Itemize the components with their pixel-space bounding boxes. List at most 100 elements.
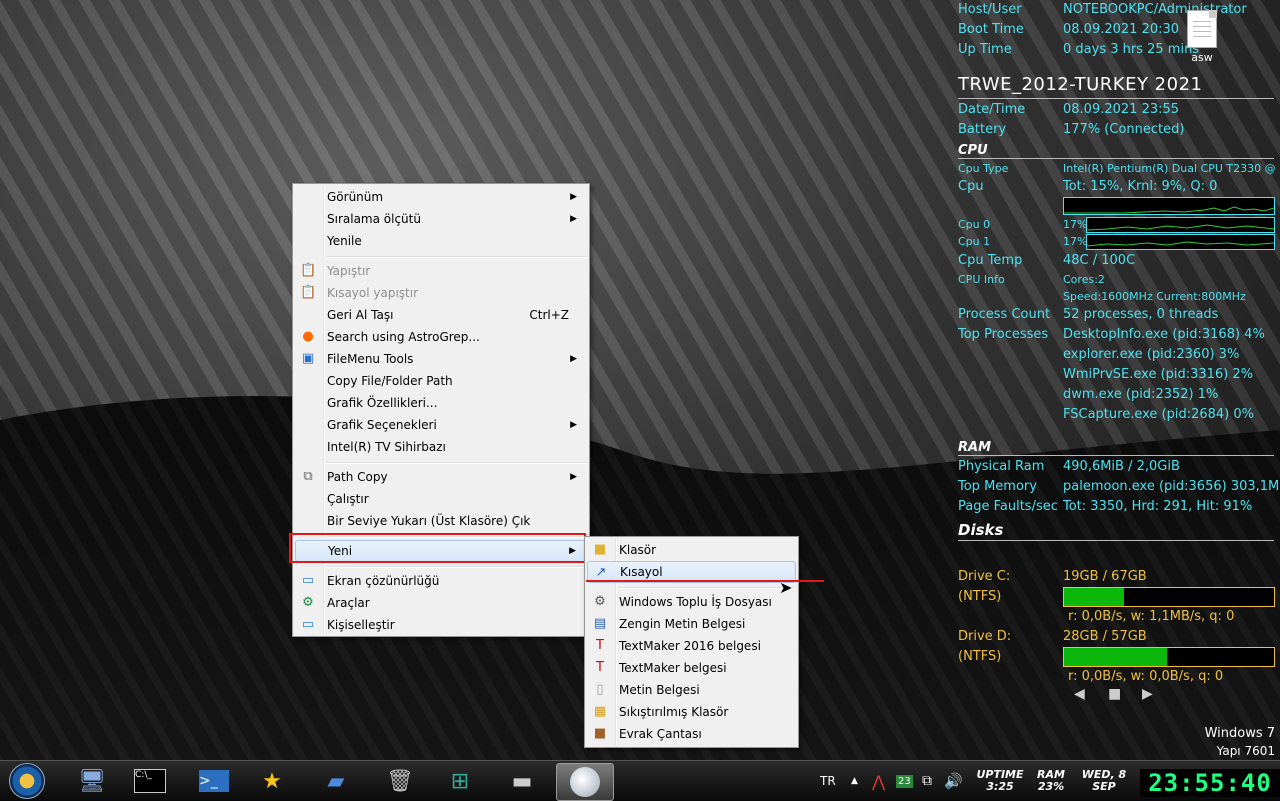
textmaker-icon: T [596, 660, 604, 675]
taskbar-notebook[interactable]: ▰ [308, 763, 364, 799]
paste-icon: 📋 [300, 263, 317, 278]
cpu-temp-label: Cpu Temp [958, 253, 1023, 268]
menu-item-label: FileMenu Tools [327, 352, 414, 366]
menu-item-paste[interactable]: 📋 Yapıştır [295, 260, 587, 282]
windows-build: Yapı 7601 [1216, 744, 1275, 758]
menu-item-astrogrep[interactable]: ● Search using AstroGrep... [295, 326, 587, 348]
cpu1-label: Cpu 1 [958, 235, 991, 248]
taskbar-powershell[interactable]: >_ [186, 763, 242, 799]
menu-item-run[interactable]: Çalıştır [295, 488, 587, 510]
menu-separator [325, 256, 587, 258]
menu-item-intel-tv-wizard[interactable]: Intel(R) TV Sihirbazı [295, 436, 587, 458]
start-button[interactable] [0, 763, 54, 799]
menu-item-label: Grafik Özellikleri... [327, 396, 438, 410]
submenu-item-textmaker-2016[interactable]: T TextMaker 2016 belgesi [587, 635, 796, 657]
cpu-type-value: Intel(R) Pentium(R) Dual CPU T2330 @ [1063, 162, 1276, 175]
mouse-cursor-icon: ➤ [779, 578, 793, 597]
stop-icon[interactable]: ■ [1108, 686, 1121, 702]
submenu-item-folder[interactable]: ■ Klasör [587, 539, 796, 561]
taskbar-cmd[interactable]: C:\_ [122, 763, 178, 799]
taskbar-drive[interactable]: ▬ [494, 763, 550, 799]
filemenu-tools-icon: ▣ [301, 351, 315, 366]
submenu-item-textmaker[interactable]: T TextMaker belgesi [587, 657, 796, 679]
taskbar-windows-apps[interactable]: ⊞ [432, 763, 488, 799]
astrogrep-icon: ● [302, 329, 314, 344]
boot-time-value: 08.09.2021 20:30 [1063, 22, 1180, 37]
date-line2: SEP [1092, 780, 1116, 793]
taskbar-computer[interactable]: 🖥 [64, 763, 120, 799]
cpu0-value: 17% [1063, 218, 1088, 231]
menu-item-tools[interactable]: ⚙ Araçlar [295, 592, 587, 614]
show-hidden-icons-icon[interactable]: ▲ [851, 761, 858, 801]
briefcase-icon: ■ [593, 726, 607, 741]
ram-header: RAM [958, 440, 992, 455]
divider [958, 455, 1274, 456]
menu-item-label: Search using AstroGrep... [327, 330, 480, 344]
tray-badge[interactable]: 23 [896, 761, 913, 801]
desktop-file-icon[interactable]: asw [1180, 10, 1224, 64]
submenu-item-label: Evrak Çantası [619, 727, 702, 741]
physical-ram-label: Physical Ram [958, 459, 1045, 474]
next-icon[interactable]: ▶ [1142, 686, 1153, 702]
volume-icon[interactable]: 🔊 [944, 761, 963, 801]
menu-item-view[interactable]: Görünüm ▶ [295, 186, 587, 208]
tray-app-icon[interactable]: ⋀ [872, 761, 885, 801]
previous-icon[interactable]: ◀ [1074, 686, 1085, 702]
drive-c-fs: (NTFS) [958, 589, 1002, 604]
submenu-item-compressed-folder[interactable]: ▦ Sıkıştırılmış Klasör [587, 701, 796, 723]
drive-c-label: Drive C: [958, 569, 1011, 584]
cpu0-label: Cpu 0 [958, 218, 991, 231]
desktop-file-label: asw [1191, 51, 1213, 64]
chevron-right-icon: ▶ [570, 214, 577, 224]
submenu-item-text-document[interactable]: ▯ Metin Belgesi [587, 679, 796, 701]
menu-item-graphics-properties[interactable]: Grafik Özellikleri... [295, 392, 587, 414]
tools-icon: ⚙ [302, 595, 314, 610]
menu-item-label: Yenile [327, 234, 362, 248]
menu-item-up-one-level[interactable]: Bir Seviye Yukarı (Üst Klasöre) Çık [295, 510, 587, 532]
submenu-item-batch-file[interactable]: ⚙ Windows Toplu İş Dosyası [587, 591, 796, 613]
menu-item-label: Copy File/Folder Path [327, 374, 453, 388]
chevron-right-icon: ▶ [570, 420, 577, 430]
notebook-icon: ▰ [327, 768, 345, 794]
top-process-item: explorer.exe (pid:2360) 3% [1063, 347, 1240, 362]
menu-item-paste-shortcut[interactable]: 📋 Kısayol yapıştır [295, 282, 587, 304]
new-submenu: ■ Klasör ↗ Kısayol ⚙ Windows Toplu İş Dosya… [584, 536, 799, 748]
date-display[interactable]: WED, 8 SEP [1078, 769, 1130, 793]
menu-item-copy-path[interactable]: Copy File/Folder Path [295, 370, 587, 392]
date-time-label: Date/Time [958, 102, 1026, 117]
menu-item-graphics-options[interactable]: Grafik Seçenekleri ▶ [295, 414, 587, 436]
menu-item-filemenu-tools[interactable]: ▣ FileMenu Tools ▶ [295, 348, 587, 370]
drive-c-value: 19GB / 67GB [1063, 569, 1147, 584]
divider [958, 540, 1274, 541]
date-time-value: 08.09.2021 23:55 [1063, 102, 1180, 117]
cpu-value: Tot: 15%, Krnl: 9%, Q: 0 [1063, 179, 1218, 194]
drive-d-label: Drive D: [958, 629, 1012, 644]
cpu-type-label: Cpu Type [958, 162, 1009, 175]
submenu-item-label: Metin Belgesi [619, 683, 700, 697]
cpu-header: CPU [958, 143, 988, 158]
cpu-speed-value: Speed:1600MHz Current:800MHz [1063, 290, 1246, 303]
network-icon[interactable]: ⧉ [922, 761, 932, 801]
monitor-icon: ▭ [301, 573, 315, 588]
top-process-item: WmiPrvSE.exe (pid:3316) 2% [1063, 367, 1254, 382]
menu-item-label: Ekran çözünürlüğü [327, 574, 440, 588]
battery-label: Battery [958, 122, 1007, 137]
menu-item-label: Çalıştır [327, 492, 369, 506]
menu-item-path-copy[interactable]: ⧉ Path Copy ▶ [295, 466, 587, 488]
folder-icon: ■ [593, 542, 607, 557]
menu-item-refresh[interactable]: Yenile [295, 230, 587, 252]
menu-item-undo-move[interactable]: Geri Al Taşı Ctrl+Z [295, 304, 587, 326]
menu-item-personalize[interactable]: ▭ Kişiselleştir [295, 614, 587, 636]
menu-item-sort-by[interactable]: Sıralama ölçütü ▶ [295, 208, 587, 230]
menu-item-label: Path Copy [327, 470, 388, 484]
submenu-item-rich-text[interactable]: ▤ Zengin Metin Belgesi [587, 613, 796, 635]
taskbar-recycle-bin[interactable]: 🗑 [372, 763, 428, 799]
taskbar-pale-moon[interactable] [556, 763, 614, 801]
language-indicator[interactable]: TR [820, 761, 836, 801]
submenu-item-briefcase[interactable]: ■ Evrak Çantası [587, 723, 796, 745]
menu-item-screen-resolution[interactable]: ▭ Ekran çözünürlüğü [295, 570, 587, 592]
submenu-item-label: Sıkıştırılmış Klasör [619, 705, 729, 719]
submenu-item-label: Windows Toplu İş Dosyası [619, 595, 772, 609]
digital-clock[interactable]: 23:55:40 [1140, 769, 1280, 797]
taskbar-favorites[interactable]: ★ [244, 763, 300, 799]
